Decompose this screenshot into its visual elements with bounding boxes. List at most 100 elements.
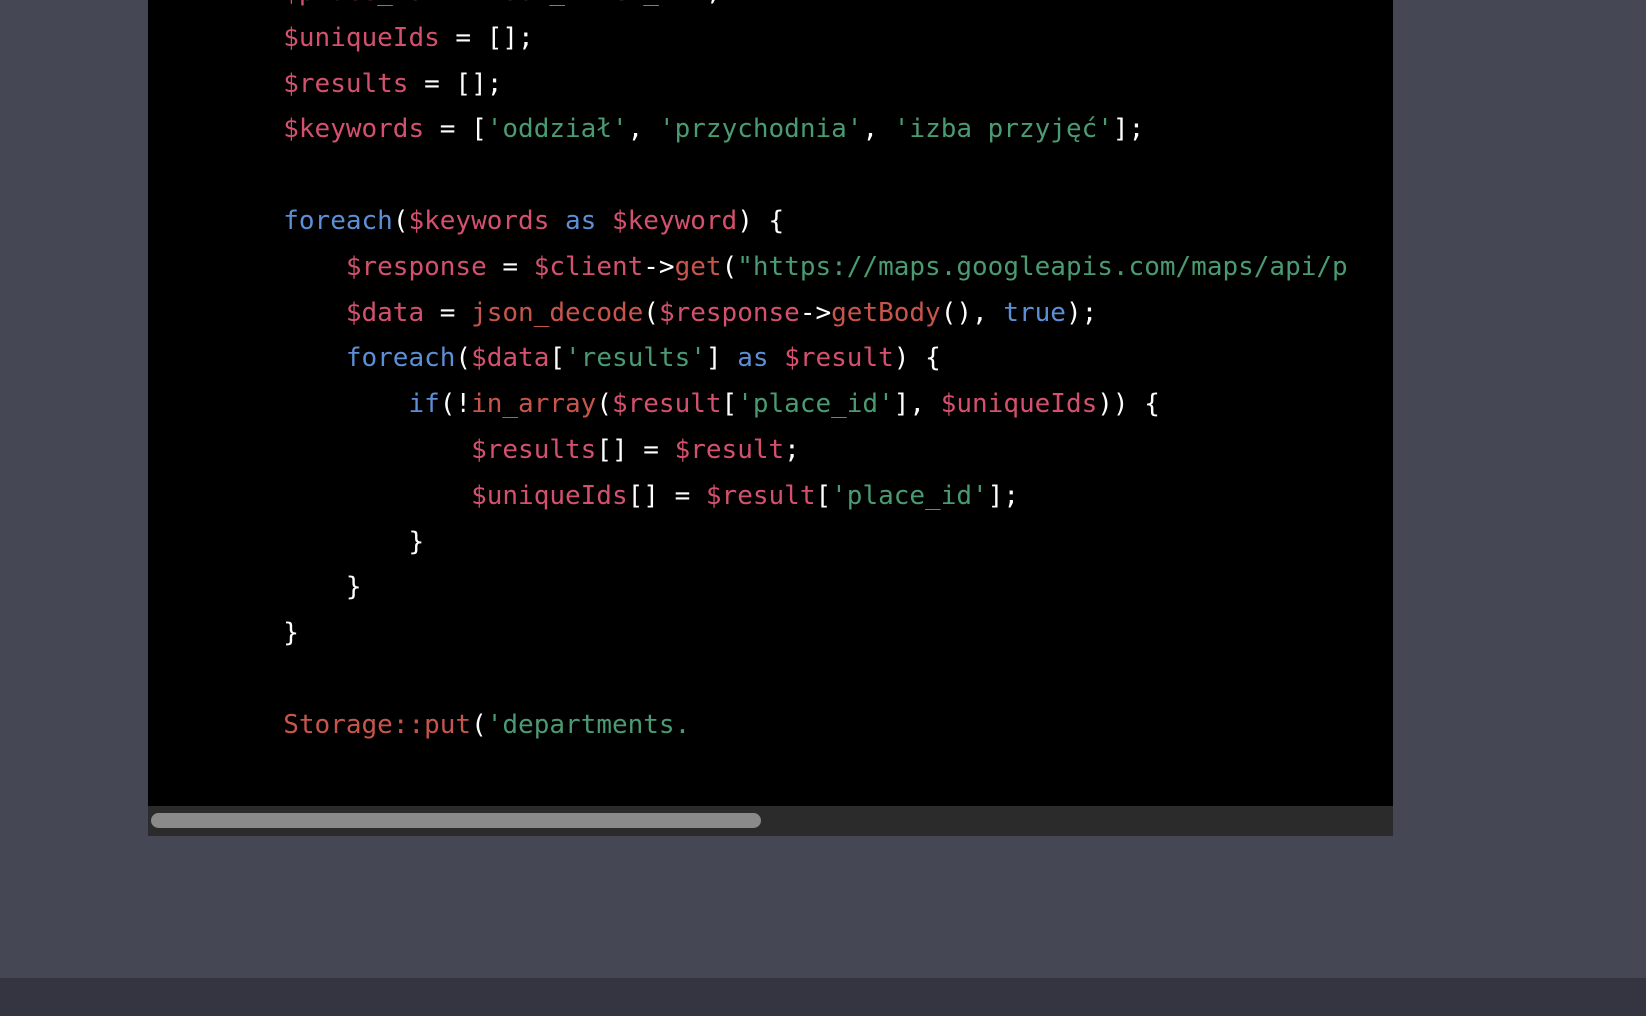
code-token-punct: }: [408, 526, 425, 557]
code-token-punct: (!: [439, 389, 472, 420]
code-token-str: 'oddział': [486, 114, 628, 145]
code-token-kw: if: [408, 389, 440, 420]
code-line: $data = json_decode($response->getBody()…: [158, 298, 1097, 328]
code-token-punct: ) {: [893, 343, 941, 374]
code-token-str: 'place_id': [737, 389, 894, 420]
code-block-card: $place_id = 'YOUR_PLACE_ID'; $uniqueIds …: [148, 0, 1393, 836]
code-token-kw: true: [1003, 297, 1066, 328]
code-token-punct: ];: [1112, 114, 1145, 145]
code-token-var: $result: [611, 389, 722, 420]
code-line: foreach($data['results'] as $result) {: [158, 343, 941, 373]
code-token-punct: ;: [784, 434, 800, 465]
code-token-var: $data: [471, 343, 550, 374]
code-token-var: $response: [658, 297, 800, 328]
code-token-var: $result: [705, 480, 816, 511]
code-token-punct: (: [392, 205, 409, 236]
code-token-punct: ]: [705, 343, 738, 374]
code-token-punct: =: [424, 297, 472, 328]
code-token-fn: json_decode: [471, 297, 644, 328]
code-token-kw: foreach: [283, 205, 393, 236]
code-token-punct: (: [471, 709, 487, 740]
code-content: $place_id = 'YOUR_PLACE_ID'; $uniqueIds …: [148, 0, 1393, 749]
code-token-cls: put: [424, 709, 472, 740]
code-token-var: $keywords: [283, 114, 425, 145]
code-token-punct: [: [721, 389, 738, 420]
code-token-str: 'place_id': [831, 480, 988, 511]
code-token-punct: ],: [893, 389, 941, 420]
code-token-punct: (),: [940, 297, 1004, 328]
code-token-fn: getBody: [831, 297, 941, 328]
horizontal-scrollbar-thumb[interactable]: [151, 813, 762, 828]
code-token-kw: foreach: [345, 343, 456, 374]
code-token-var: $response: [345, 251, 487, 282]
code-token-str: 'departments.: [486, 709, 691, 740]
code-token-punct: (: [643, 297, 659, 328]
code-line: }: [158, 618, 299, 648]
code-token-punct: ,: [627, 114, 659, 145]
code-token-var: $results: [471, 434, 597, 465]
code-token-var: $uniqueIds: [283, 22, 440, 53]
code-token-punct: ->: [799, 297, 832, 328]
code-token-punct: }: [283, 618, 299, 649]
code-token-punct: ) {: [737, 205, 785, 236]
code-token-punct: (: [455, 343, 472, 374]
code-line: if(!in_array($result['place_id'], $uniqu…: [158, 389, 1160, 420]
code-token-var: $result: [784, 343, 894, 374]
code-token-fn: in_array: [471, 389, 597, 420]
bottom-strip: [0, 978, 1646, 1016]
code-token-punct: ;: [706, 0, 722, 7]
code-line: }: [158, 527, 424, 557]
code-token-punct: [549, 206, 565, 236]
code-token-var: $keyword: [611, 205, 738, 236]
code-line: $place_id = 'YOUR_PLACE_ID';: [158, 0, 722, 7]
code-token-str: 'results': [565, 343, 706, 374]
code-token-punct: ];: [987, 480, 1019, 511]
code-token-punct: =: [424, 0, 471, 7]
code-token-var: $uniqueIds: [940, 389, 1098, 420]
code-token-var: $place_id: [283, 0, 424, 7]
code-token-punct: (: [596, 389, 612, 420]
code-token-var: $results: [283, 68, 409, 99]
code-line: $results[] = $result;: [158, 435, 800, 465]
code-token-cls: Storage: [283, 709, 393, 740]
code-token-str: 'YOUR_PLACE_ID': [471, 0, 706, 7]
code-token-punct: }: [345, 572, 362, 603]
code-line: $keywords = ['oddział', 'przychodnia', '…: [158, 114, 1144, 144]
horizontal-scrollbar-track[interactable]: [148, 806, 1393, 836]
code-token-str: "https://maps.googleapis.com/maps/api/p: [737, 251, 1348, 282]
code-token-punct: [: [549, 343, 566, 374]
code-token-kw: as: [565, 205, 597, 236]
code-token-punct: = [: [424, 114, 487, 145]
code-token-punct: = [];: [439, 22, 534, 53]
code-line: Storage::put('departments.: [158, 710, 690, 740]
code-token-punct: =: [486, 251, 534, 282]
code-token-punct: )) {: [1097, 389, 1160, 420]
screen-root: $place_id = 'YOUR_PLACE_ID'; $uniqueIds …: [0, 0, 1646, 1016]
code-token-punct: [596, 206, 612, 236]
code-token-punct: ->: [643, 251, 675, 282]
code-token-fn: get: [674, 251, 722, 282]
code-scroll-viewport[interactable]: $place_id = 'YOUR_PLACE_ID'; $uniqueIds …: [148, 0, 1393, 806]
code-token-punct: (: [721, 251, 738, 282]
code-token-punct: );: [1065, 297, 1098, 328]
code-token-punct: [] =: [627, 480, 706, 511]
code-token-kw: as: [737, 343, 769, 374]
code-line: $results = [];: [158, 69, 502, 99]
code-line: $response = $client->get("https://maps.g…: [158, 252, 1348, 282]
code-token-punct: [: [815, 480, 832, 511]
code-line: }: [158, 572, 362, 602]
code-token-punct: [] =: [596, 434, 675, 465]
code-token-var: $uniqueIds: [471, 480, 628, 511]
